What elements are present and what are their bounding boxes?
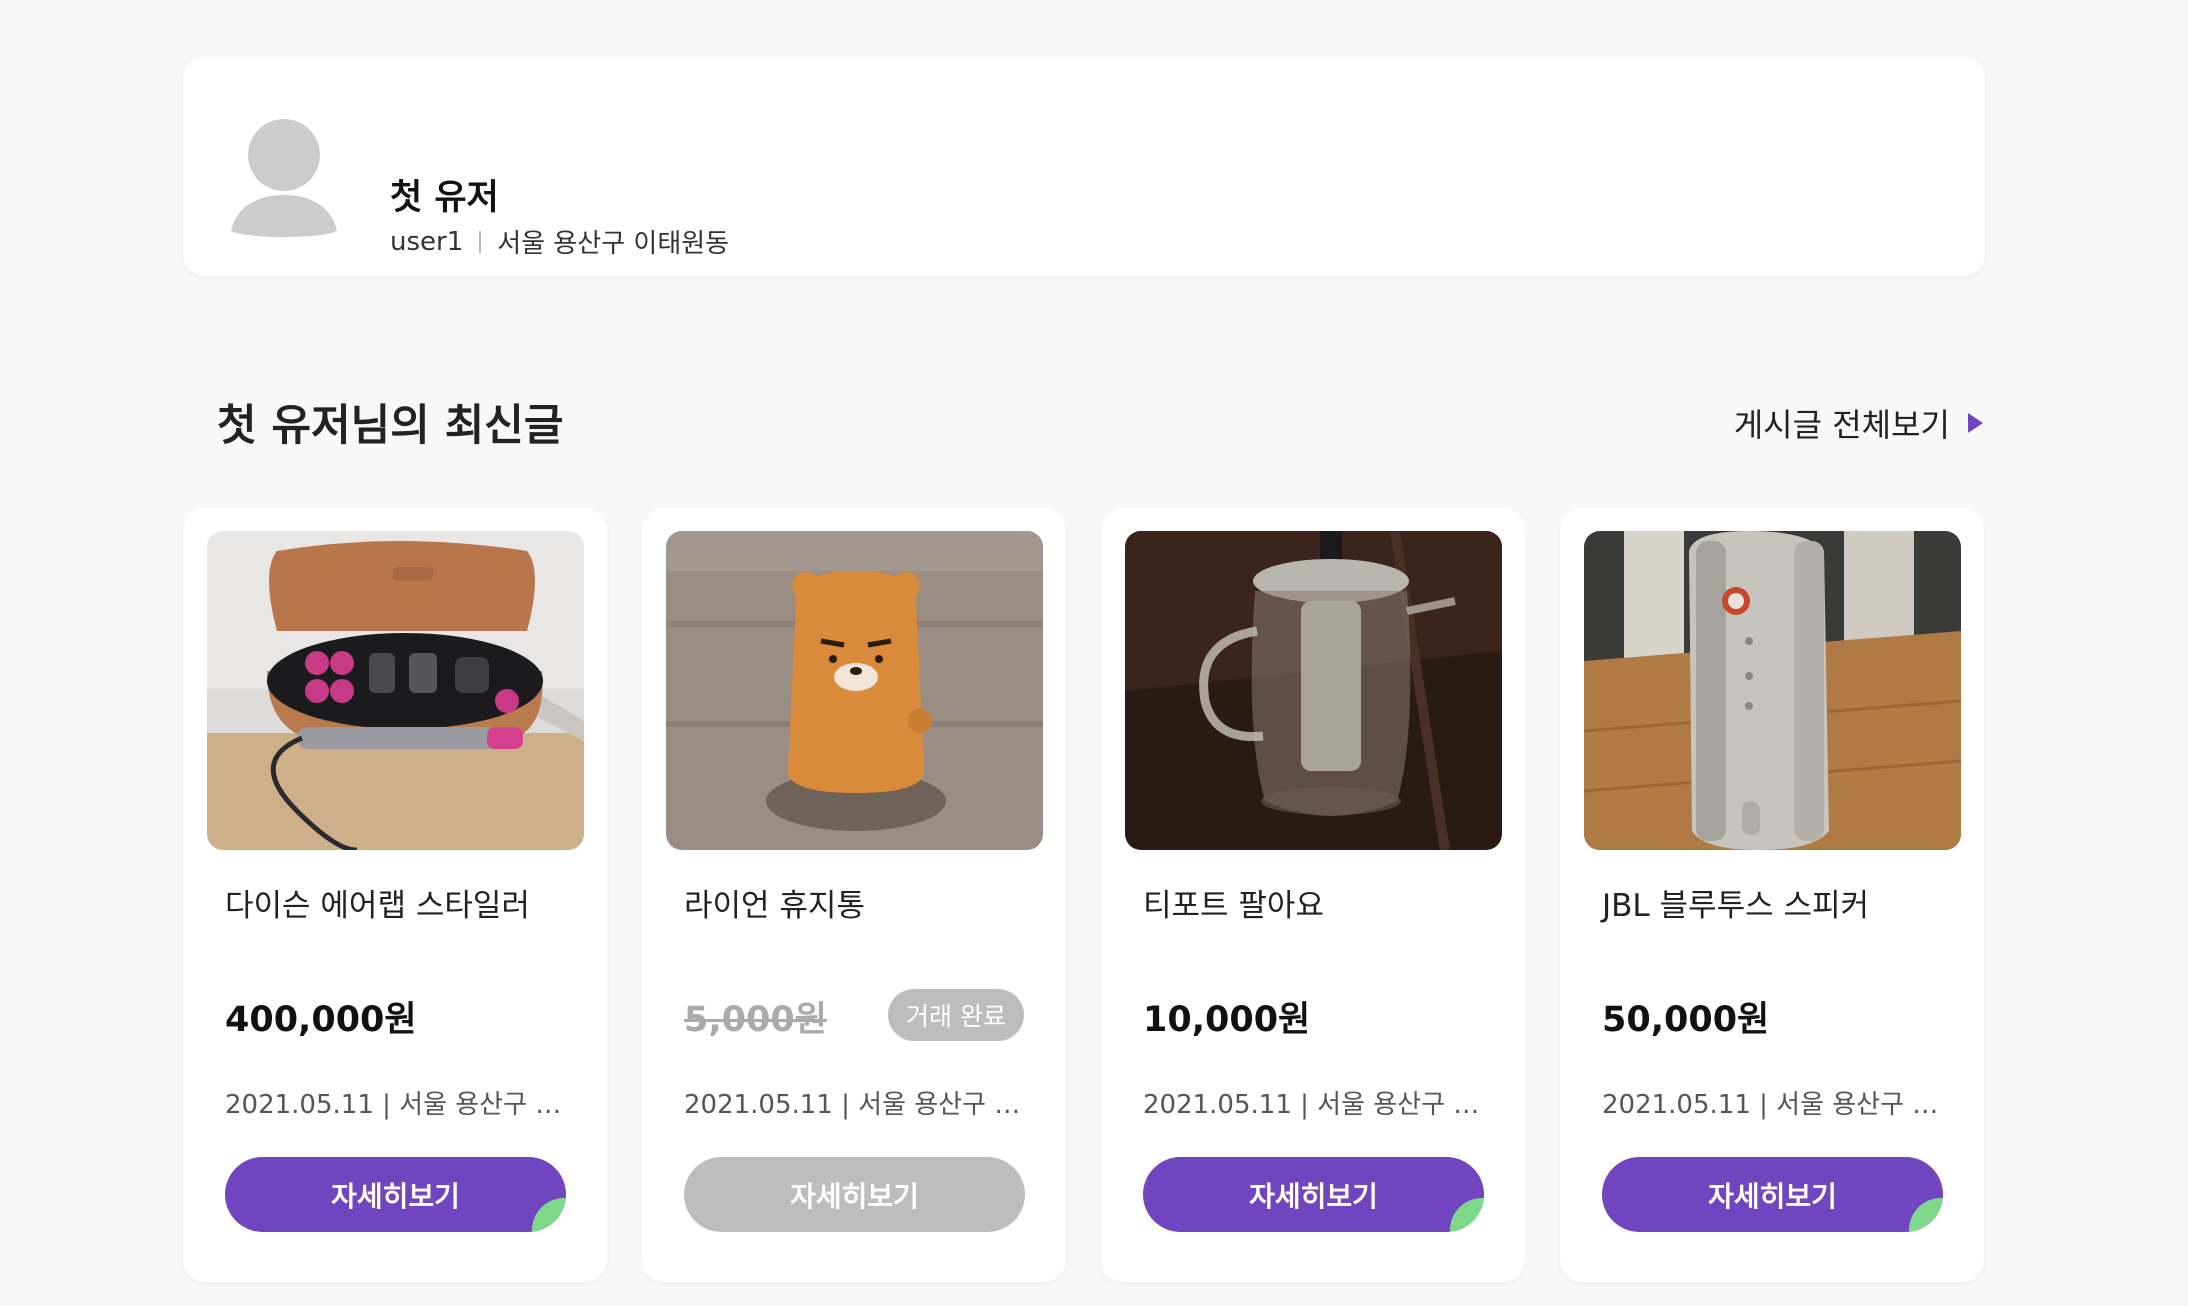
product-meta: 2021.05.11 | 서울 용산구 이태원동: [684, 1090, 1024, 1120]
product-title[interactable]: 라이언 휴지통: [684, 880, 865, 925]
product-card[interactable]: 라이언 휴지통 5,000원 거래 완료 2021.05.11 | 서울 용산구…: [642, 508, 1066, 1282]
view-all-label: 게시글 전체보기: [1733, 406, 1950, 444]
detail-button[interactable]: 자세히보기: [684, 1157, 1025, 1232]
product-title[interactable]: JBL 블루투스 스피커: [1602, 880, 1869, 925]
corner-accent: [1450, 1198, 1484, 1232]
corner-accent: [532, 1198, 566, 1232]
product-image-dyson[interactable]: [207, 531, 584, 850]
meta-divider: [479, 230, 482, 253]
view-all-link[interactable]: 게시글 전체보기: [1734, 400, 1983, 446]
profile-meta: user1 서울 용산구 이태원동: [390, 223, 729, 260]
product-price: 5,000원: [684, 1000, 827, 1040]
product-image-jbl[interactable]: [1584, 531, 1961, 850]
product-price: 400,000원: [225, 1000, 417, 1040]
detail-button[interactable]: 자세히보기: [225, 1157, 566, 1232]
detail-button-label: 자세히보기: [790, 1179, 919, 1213]
product-price: 10,000원: [1143, 1000, 1311, 1040]
detail-button-label: 자세히보기: [1708, 1179, 1837, 1213]
sold-badge: 거래 완료: [888, 989, 1024, 1041]
product-price: 50,000원: [1602, 1000, 1770, 1040]
product-meta: 2021.05.11 | 서울 용산구 이태원동: [225, 1090, 565, 1120]
product-image-ryan[interactable]: [666, 531, 1043, 850]
product-card[interactable]: 다이슨 에어랩 스타일러 400,000원 2021.05.11 | 서울 용산…: [183, 508, 607, 1282]
product-card[interactable]: 티포트 팔아요 10,000원 2021.05.11 | 서울 용산구 이태원동…: [1101, 508, 1525, 1282]
profile-name: 첫 유저: [390, 178, 499, 218]
product-card[interactable]: JBL 블루투스 스피커 50,000원 2021.05.11 | 서울 용산구…: [1560, 508, 1984, 1282]
product-title[interactable]: 다이슨 에어랩 스타일러: [225, 880, 530, 925]
profile-location: 서울 용산구 이태원동: [497, 229, 730, 259]
detail-button-label: 자세히보기: [1249, 1179, 1378, 1213]
product-image-teapot[interactable]: [1125, 531, 1502, 850]
corner-accent: [1909, 1198, 1943, 1232]
product-list: 다이슨 에어랩 스타일러 400,000원 2021.05.11 | 서울 용산…: [183, 508, 1984, 1282]
profile-card: 첫 유저 user1 서울 용산구 이태원동: [183, 57, 1985, 276]
section-title: 첫 유저님의 최신글: [217, 401, 564, 451]
user-avatar-icon: [231, 119, 337, 237]
product-meta: 2021.05.11 | 서울 용산구 이태원동: [1143, 1090, 1483, 1120]
product-meta: 2021.05.11 | 서울 용산구 이태원동: [1602, 1090, 1942, 1120]
product-title[interactable]: 티포트 팔아요: [1143, 880, 1324, 925]
detail-button[interactable]: 자세히보기: [1143, 1157, 1484, 1232]
profile-user-id: user1: [390, 226, 464, 257]
caret-right-icon: [1968, 413, 1983, 433]
detail-button-label: 자세히보기: [331, 1179, 460, 1213]
detail-button[interactable]: 자세히보기: [1602, 1157, 1943, 1232]
